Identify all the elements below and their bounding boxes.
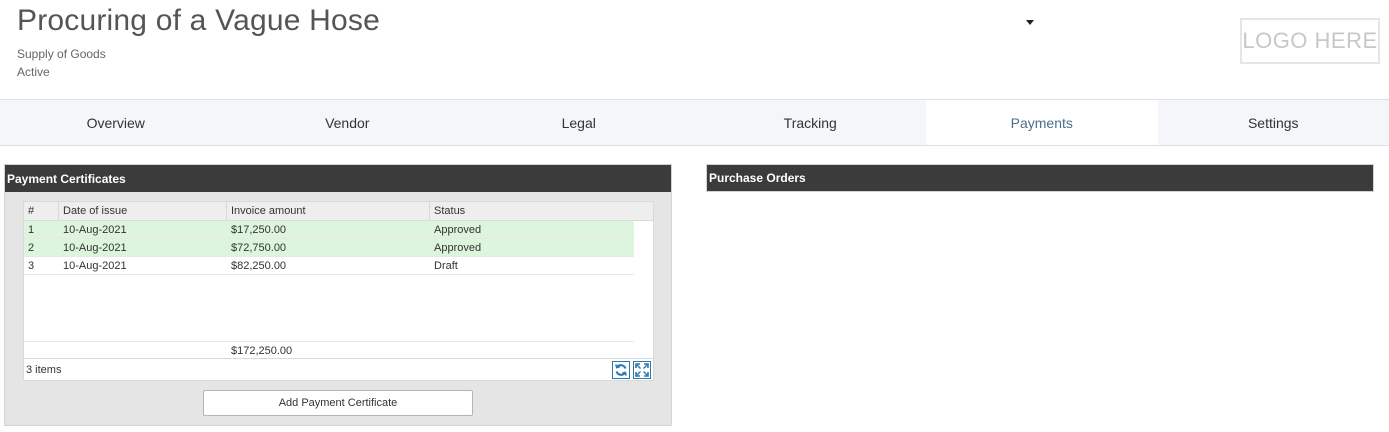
row-amount: $82,250.00 bbox=[231, 259, 287, 272]
row-amount: $17,250.00 bbox=[231, 223, 287, 236]
expand-icon bbox=[635, 363, 649, 377]
payment-certificates-panel: Payment Certificates # Date of issue Inv… bbox=[4, 164, 672, 426]
grid-pager: 3 items bbox=[24, 358, 653, 380]
invoice-total: $172,250.00 bbox=[231, 344, 293, 357]
panel-title: Purchase Orders bbox=[707, 165, 1373, 191]
add-payment-certificate-button[interactable]: Add Payment Certificate bbox=[203, 390, 473, 416]
column-header-date[interactable]: Date of issue bbox=[59, 202, 227, 220]
project-type: Supply of Goods bbox=[17, 47, 106, 61]
grid-body: 1 10-Aug-2021 $17,250.00 Approved 2 10-A… bbox=[24, 221, 634, 341]
row-date: 10-Aug-2021 bbox=[63, 223, 127, 236]
tab-vendor[interactable]: Vendor bbox=[232, 100, 464, 145]
tab-bar: Overview Vendor Legal Tracking Payments … bbox=[0, 99, 1389, 146]
row-number: 3 bbox=[28, 259, 35, 272]
panel-title: Payment Certificates bbox=[5, 165, 671, 192]
column-header-status[interactable]: Status bbox=[430, 202, 633, 220]
tab-legal[interactable]: Legal bbox=[463, 100, 695, 145]
column-header-amount[interactable]: Invoice amount bbox=[227, 202, 430, 220]
tab-overview[interactable]: Overview bbox=[0, 100, 232, 145]
refresh-icon bbox=[615, 364, 627, 376]
row-date: 10-Aug-2021 bbox=[63, 259, 127, 272]
row-status: Approved bbox=[434, 241, 482, 254]
grid-header-row: # Date of issue Invoice amount Status bbox=[24, 202, 653, 221]
totals-spacer bbox=[24, 342, 59, 359]
tab-payments[interactable]: Payments bbox=[926, 100, 1158, 145]
column-header-number[interactable]: # bbox=[24, 202, 59, 220]
table-row[interactable]: 2 10-Aug-2021 $72,750.00 Approved bbox=[24, 239, 634, 257]
grid-totals-row: $172,250.00 bbox=[24, 341, 634, 359]
row-number: 2 bbox=[28, 241, 35, 254]
project-status: Active bbox=[17, 65, 50, 79]
expand-button[interactable] bbox=[633, 361, 651, 379]
tab-tracking[interactable]: Tracking bbox=[695, 100, 927, 145]
tab-settings[interactable]: Settings bbox=[1158, 100, 1389, 145]
payment-certificates-grid: # Date of issue Invoice amount Status 1 … bbox=[23, 201, 654, 381]
row-status: Draft bbox=[434, 259, 458, 272]
row-number: 1 bbox=[28, 223, 35, 236]
logo-placeholder: LOGO HERE bbox=[1240, 18, 1380, 64]
table-row[interactable]: 1 10-Aug-2021 $17,250.00 Approved bbox=[24, 221, 634, 239]
caret-down-icon[interactable] bbox=[1026, 20, 1034, 25]
table-row[interactable]: 3 10-Aug-2021 $82,250.00 Draft bbox=[24, 257, 634, 275]
page-header: Procuring of a Vague Hose Supply of Good… bbox=[0, 0, 1389, 100]
purchase-orders-panel: Purchase Orders bbox=[706, 164, 1374, 192]
row-amount: $72,750.00 bbox=[231, 241, 287, 254]
refresh-button[interactable] bbox=[612, 361, 630, 379]
row-status: Approved bbox=[434, 223, 482, 236]
pager-item-count: 3 items bbox=[26, 363, 62, 376]
totals-spacer bbox=[430, 342, 633, 359]
totals-spacer bbox=[59, 342, 227, 359]
row-date: 10-Aug-2021 bbox=[63, 241, 127, 254]
page-title: Procuring of a Vague Hose bbox=[17, 4, 380, 37]
